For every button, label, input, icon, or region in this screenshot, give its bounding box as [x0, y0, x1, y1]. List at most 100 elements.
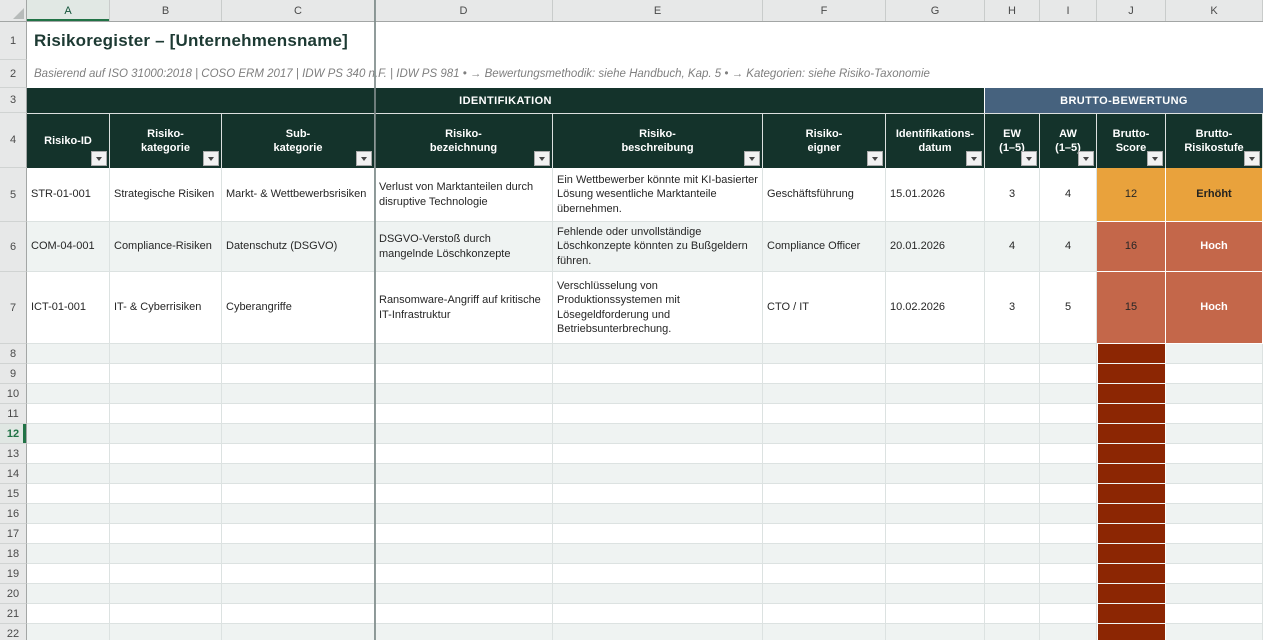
cell-empty[interactable] — [375, 484, 553, 504]
cell-brutto-score[interactable]: 12 — [1097, 168, 1166, 222]
cell-empty[interactable] — [375, 364, 553, 384]
cell-empty[interactable] — [985, 484, 1040, 504]
cell-empty[interactable] — [1166, 384, 1263, 404]
column-header-H[interactable]: H — [985, 0, 1040, 21]
cell-empty[interactable] — [985, 444, 1040, 464]
cell-empty[interactable] — [886, 464, 985, 484]
cell-empty[interactable] — [985, 424, 1040, 444]
cell-risiko-id[interactable]: COM-04-001 — [27, 222, 110, 272]
cell-empty[interactable] — [886, 484, 985, 504]
cell-empty[interactable] — [110, 604, 222, 624]
filter-button[interactable] — [534, 151, 550, 166]
filter-button[interactable] — [744, 151, 760, 166]
cell-empty[interactable] — [1097, 444, 1166, 464]
cell-empty[interactable] — [27, 464, 110, 484]
filter-button[interactable] — [203, 151, 219, 166]
cell-empty[interactable] — [1097, 464, 1166, 484]
cell-empty[interactable] — [763, 624, 886, 640]
row-header-7[interactable]: 7 — [0, 272, 27, 344]
cell-empty[interactable] — [1166, 444, 1263, 464]
cell-risikoeigner[interactable]: Geschäftsführung — [763, 168, 886, 222]
cell-empty[interactable] — [375, 524, 553, 544]
cell-aw[interactable]: 4 — [1040, 222, 1097, 272]
cell-empty[interactable] — [1166, 424, 1263, 444]
cell-empty[interactable] — [763, 484, 886, 504]
cell-empty[interactable] — [110, 424, 222, 444]
subtitle-cell[interactable]: Basierend auf ISO 31000:2018 | COSO ERM … — [27, 60, 1263, 88]
cell-empty[interactable] — [1097, 484, 1166, 504]
cell-empty[interactable] — [1097, 384, 1166, 404]
filter-button[interactable] — [966, 151, 982, 166]
row-header-18[interactable]: 18 — [0, 544, 27, 564]
cell-empty[interactable] — [886, 524, 985, 544]
cell-empty[interactable] — [1040, 624, 1097, 640]
cell-empty[interactable] — [222, 464, 375, 484]
cell-subkategorie[interactable]: Cyberangriffe — [222, 272, 375, 344]
column-header-B[interactable]: B — [110, 0, 222, 21]
cell-empty[interactable] — [886, 504, 985, 524]
cell-empty[interactable] — [1040, 584, 1097, 604]
column-header-E[interactable]: E — [553, 0, 763, 21]
column-header-A[interactable]: A — [27, 0, 110, 21]
cell-empty[interactable] — [763, 404, 886, 424]
column-header-J[interactable]: J — [1097, 0, 1166, 21]
row-header-13[interactable]: 13 — [0, 444, 27, 464]
cell-empty[interactable] — [27, 384, 110, 404]
cell-empty[interactable] — [27, 484, 110, 504]
cell-empty[interactable] — [27, 624, 110, 640]
filter-button[interactable] — [91, 151, 107, 166]
row-header-4[interactable]: 4 — [0, 113, 27, 168]
cell-identifikationsdatum[interactable]: 15.01.2026 — [886, 168, 985, 222]
cell-empty[interactable] — [222, 564, 375, 584]
cell-empty[interactable] — [886, 444, 985, 464]
column-header-ew[interactable]: EW (1–5) — [985, 113, 1040, 168]
cell-ew[interactable]: 3 — [985, 272, 1040, 344]
cell-empty[interactable] — [886, 624, 985, 640]
cell-empty[interactable] — [1040, 604, 1097, 624]
column-header-G[interactable]: G — [886, 0, 985, 21]
cell-empty[interactable] — [375, 384, 553, 404]
cell-empty[interactable] — [553, 364, 763, 384]
cell-empty[interactable] — [886, 384, 985, 404]
cell-empty[interactable] — [375, 624, 553, 640]
row-header-6[interactable]: 6 — [0, 222, 27, 272]
cell-subkategorie[interactable]: Markt- & Wettbewerbsrisiken — [222, 168, 375, 222]
cell-empty[interactable] — [27, 424, 110, 444]
cell-empty[interactable] — [1040, 344, 1097, 364]
cell-empty[interactable] — [222, 404, 375, 424]
cell-identifikationsdatum[interactable]: 20.01.2026 — [886, 222, 985, 272]
cell-empty[interactable] — [110, 464, 222, 484]
cell-empty[interactable] — [1097, 424, 1166, 444]
row-header-20[interactable]: 20 — [0, 584, 27, 604]
column-header-K[interactable]: K — [1166, 0, 1263, 21]
cell-empty[interactable] — [1166, 584, 1263, 604]
cell-empty[interactable] — [110, 564, 222, 584]
cell-empty[interactable] — [763, 604, 886, 624]
cell-empty[interactable] — [375, 464, 553, 484]
cell-empty[interactable] — [1040, 504, 1097, 524]
cell-empty[interactable] — [375, 544, 553, 564]
cell-aw[interactable]: 4 — [1040, 168, 1097, 222]
row-header-16[interactable]: 16 — [0, 504, 27, 524]
cell-empty[interactable] — [1040, 524, 1097, 544]
row-header-12[interactable]: 12 — [0, 424, 27, 444]
cell-empty[interactable] — [110, 404, 222, 424]
cell-brutto-risikostufe[interactable]: Erhöht — [1166, 168, 1263, 222]
cell-empty[interactable] — [1040, 404, 1097, 424]
cell-empty[interactable] — [1040, 384, 1097, 404]
cell-risiko-id[interactable]: STR-01-001 — [27, 168, 110, 222]
row-header-8[interactable]: 8 — [0, 344, 27, 364]
frozen-pane-divider[interactable] — [374, 0, 376, 640]
row-header-10[interactable]: 10 — [0, 384, 27, 404]
cell-empty[interactable] — [553, 544, 763, 564]
cell-empty[interactable] — [763, 424, 886, 444]
cell-empty[interactable] — [985, 344, 1040, 364]
cell-brutto-risikostufe[interactable]: Hoch — [1166, 272, 1263, 344]
cell-empty[interactable] — [985, 584, 1040, 604]
cell-empty[interactable] — [1097, 544, 1166, 564]
cell-empty[interactable] — [985, 464, 1040, 484]
cell-empty[interactable] — [763, 544, 886, 564]
cell-empty[interactable] — [1040, 444, 1097, 464]
cell-empty[interactable] — [886, 364, 985, 384]
cell-empty[interactable] — [763, 444, 886, 464]
